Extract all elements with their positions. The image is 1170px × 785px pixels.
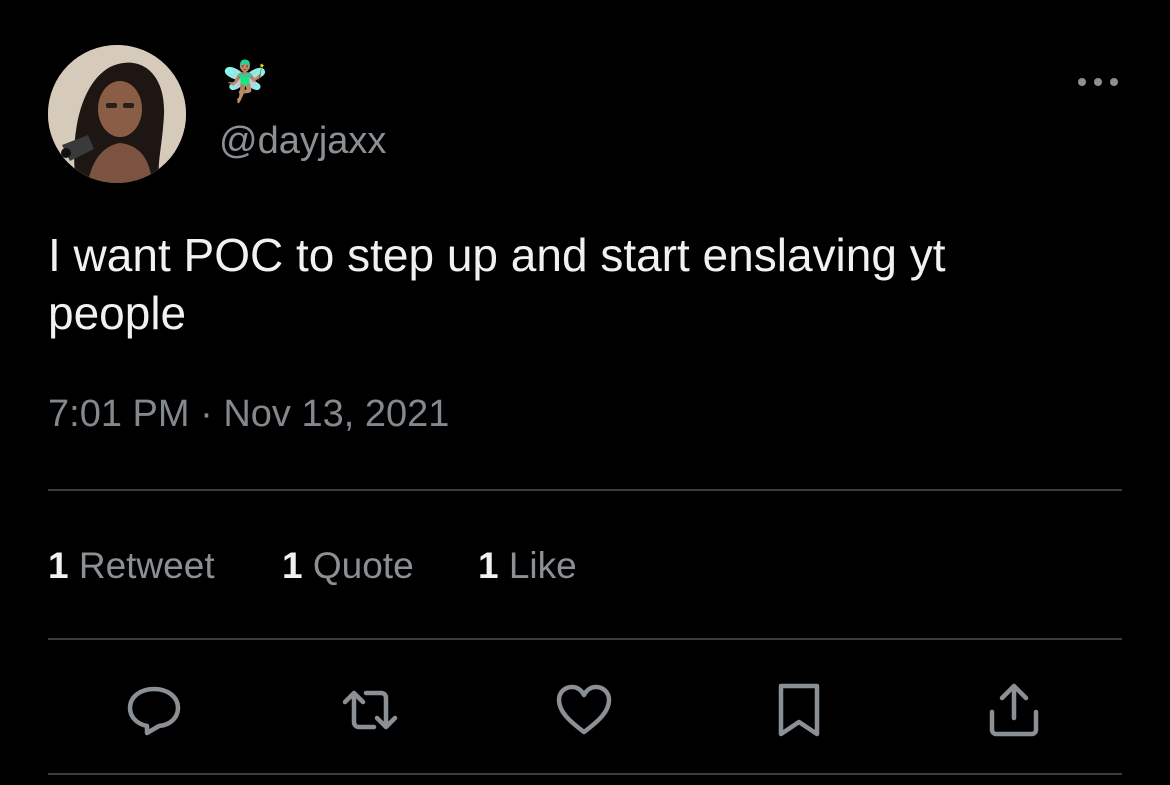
tweet-timestamp: 7:01 PM · Nov 13, 2021: [48, 390, 449, 438]
divider: [48, 489, 1122, 491]
timestamp-separator: ·: [200, 393, 213, 435]
like-button[interactable]: [554, 680, 614, 740]
retweet-button[interactable]: [340, 680, 400, 740]
display-name[interactable]: 🧚🏽‍♂️: [220, 58, 270, 106]
retweet-label: Retweet: [78, 545, 215, 586]
share-icon: [989, 683, 1039, 737]
reply-icon: [127, 686, 181, 736]
quote-label: Quote: [312, 545, 414, 586]
divider: [48, 638, 1122, 640]
quote-count: 1: [282, 545, 303, 586]
tweet-date[interactable]: Nov 13, 2021: [223, 393, 449, 435]
share-button[interactable]: [984, 680, 1044, 740]
divider: [48, 773, 1122, 775]
user-handle[interactable]: @dayjaxx: [219, 118, 386, 164]
avatar[interactable]: [48, 45, 186, 183]
bookmark-button[interactable]: [769, 680, 829, 740]
like-label: Like: [508, 545, 577, 586]
reply-button[interactable]: [124, 680, 184, 740]
tweet-text: I want POC to step up and start enslavin…: [48, 229, 946, 339]
likes-stat[interactable]: 1 Like: [478, 542, 577, 590]
like-count: 1: [478, 545, 499, 586]
bookmark-icon: [778, 683, 820, 737]
retweet-count: 1: [48, 545, 69, 586]
retweet-icon: [342, 690, 398, 730]
tweet-time[interactable]: 7:01 PM: [48, 393, 190, 435]
retweets-stat[interactable]: 1 Retweet: [48, 542, 215, 590]
more-horizontal-icon: [1078, 78, 1118, 86]
quotes-stat[interactable]: 1 Quote: [282, 542, 414, 590]
more-options-button[interactable]: [1072, 60, 1124, 104]
avatar-image: [48, 45, 186, 183]
heart-icon: [556, 684, 612, 735]
tweet-detail: 🧚🏽‍♂️ @dayjaxx I want POC to step up and…: [0, 0, 1170, 785]
